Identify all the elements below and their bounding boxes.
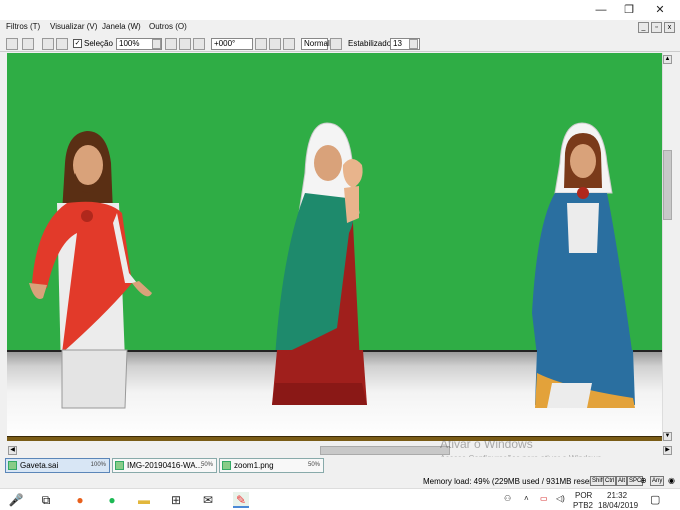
menu-visualizar[interactable]: Visualizar (V) xyxy=(50,22,97,31)
horizontal-scroll-thumb[interactable] xyxy=(320,446,450,455)
tab-label: IMG-20190416-WA... xyxy=(127,461,203,470)
vertical-scrollbar[interactable] xyxy=(662,53,673,441)
menu-filtros[interactable]: Filtros (T) xyxy=(6,22,40,31)
stabilizer-label: Estabilizador xyxy=(348,39,394,48)
tab-zoom1[interactable]: zoom1.png 50% xyxy=(219,458,324,473)
scroll-right-arrow-icon[interactable]: ▶ xyxy=(663,446,672,455)
zoom-in-icon[interactable] xyxy=(179,38,191,50)
blend-mode-field[interactable]: Normal xyxy=(301,38,330,50)
key-any-indicator: Any xyxy=(650,476,665,486)
scroll-up-arrow-icon[interactable]: ▲ xyxy=(663,55,672,64)
chevron-up-icon[interactable]: ˄ xyxy=(524,494,529,503)
tab-zoom: 50% xyxy=(307,462,320,468)
pen-icon: ⊕ xyxy=(640,476,647,485)
menu-outros[interactable]: Outros (O) xyxy=(149,22,187,31)
redo-icon[interactable] xyxy=(22,38,34,50)
key-alt-indicator: Alt xyxy=(616,476,628,486)
memory-load-text: Memory load: 49% (229MB used / 931MB res… xyxy=(423,477,608,486)
status-bar: Memory load: 49% (229MB used / 931MB res… xyxy=(0,474,680,488)
side-panel-edge xyxy=(0,52,7,444)
rotate-right-icon[interactable] xyxy=(269,38,281,50)
mdi-restore-button[interactable]: ▫ xyxy=(651,22,662,33)
maximize-button[interactable]: ❐ xyxy=(614,2,644,18)
eraser-icon: ◉ xyxy=(668,476,675,485)
canvas-floor-edge xyxy=(7,436,662,441)
task-view-icon[interactable]: ⧉ xyxy=(38,492,54,508)
language-indicator-line2[interactable]: PTB2 xyxy=(573,501,593,510)
paint-tool-sai-icon[interactable]: ✎ xyxy=(233,492,249,508)
tab-gaveta[interactable]: Gaveta.sai 100% xyxy=(5,458,110,473)
clock-date[interactable]: 18/04/2019 xyxy=(598,501,638,510)
scroll-left-arrow-icon[interactable]: ◀ xyxy=(8,446,17,455)
network-icon[interactable]: ▭ xyxy=(540,494,548,503)
mdi-minimize-button[interactable]: _ xyxy=(638,22,649,33)
vertical-scroll-thumb[interactable] xyxy=(663,150,672,220)
notifications-icon[interactable]: ▢ xyxy=(650,493,660,506)
flip-view-icon[interactable] xyxy=(330,38,342,50)
volume-icon[interactable]: ◁) xyxy=(556,494,565,503)
rotation-reset-icon[interactable] xyxy=(283,38,295,50)
toolbar: ✓ Seleção 100% +000° Normal Estabilizado… xyxy=(0,36,680,52)
menu-janela[interactable]: Janela (W) xyxy=(102,22,141,31)
clock-time[interactable]: 21:32 xyxy=(607,491,627,500)
menu-bar: Filtros (T) Visualizar (V) Janela (W) Ou… xyxy=(0,20,680,36)
deselect-icon[interactable] xyxy=(42,38,54,50)
store-icon[interactable]: ⊞ xyxy=(168,492,184,508)
mail-icon[interactable]: ✉ xyxy=(200,492,216,508)
tab-label: Gaveta.sai xyxy=(20,461,59,470)
mdi-close-button[interactable]: x xyxy=(664,22,675,33)
firefox-icon[interactable]: ● xyxy=(72,492,88,508)
people-icon[interactable]: ⚇ xyxy=(504,494,511,503)
minimize-button[interactable]: — xyxy=(586,2,616,18)
stabilizer-dropdown-icon[interactable] xyxy=(409,39,418,49)
document-icon xyxy=(222,461,231,470)
document-icon xyxy=(115,461,124,470)
key-ctrl-indicator: Ctrl xyxy=(603,476,617,486)
tab-zoom: 50% xyxy=(200,462,213,468)
canvas-floor xyxy=(7,350,662,436)
rotate-left-icon[interactable] xyxy=(255,38,267,50)
close-button[interactable]: ✕ xyxy=(645,2,675,18)
tab-zoom: 100% xyxy=(90,462,106,468)
document-tabs: Gaveta.sai 100% IMG-20190416-WA... 50% z… xyxy=(0,457,680,474)
mic-icon[interactable]: 🎤 xyxy=(8,492,24,508)
rotation-field[interactable]: +000° xyxy=(211,38,253,50)
activation-watermark-title: Ativar o Windows xyxy=(440,437,533,451)
scroll-down-arrow-icon[interactable]: ▼ xyxy=(663,432,672,441)
document-icon xyxy=(8,461,17,470)
undo-icon[interactable] xyxy=(6,38,18,50)
zoom-dropdown-icon[interactable] xyxy=(152,39,161,49)
selection-checkbox[interactable]: ✓ xyxy=(73,39,82,48)
zoom-reset-icon[interactable] xyxy=(193,38,205,50)
language-indicator-line1[interactable]: POR xyxy=(575,491,592,500)
file-explorer-icon[interactable]: ▬ xyxy=(136,492,152,508)
windows-taskbar: 🎤 ⧉ ● ● ▬ ⊞ ✉ ✎ ⚇ ˄ ▭ ◁) POR PTB2 21:32 … xyxy=(0,488,680,510)
selection-label: Seleção xyxy=(84,39,113,48)
tab-img-whatsapp[interactable]: IMG-20190416-WA... 50% xyxy=(112,458,217,473)
spotify-icon[interactable]: ● xyxy=(104,492,120,508)
zoom-out-icon[interactable] xyxy=(165,38,177,50)
tab-label: zoom1.png xyxy=(234,461,274,470)
title-bar: — ❐ ✕ xyxy=(0,0,680,20)
invert-selection-icon[interactable] xyxy=(56,38,68,50)
